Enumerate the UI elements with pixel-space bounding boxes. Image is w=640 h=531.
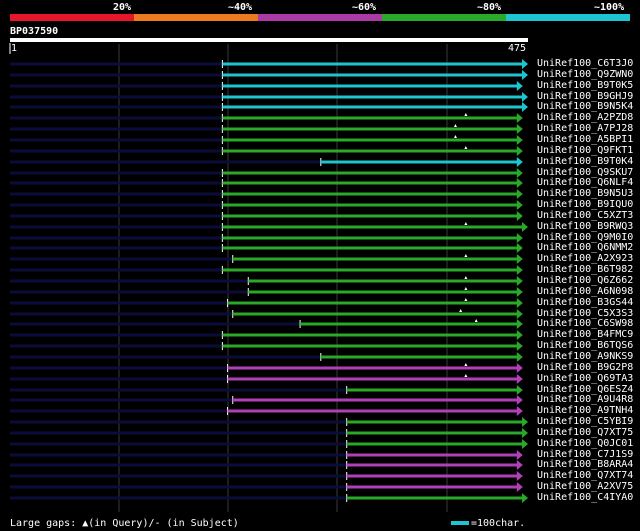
hit-label[interactable]: UniRef100_B9T0K4 bbox=[537, 156, 633, 167]
query-gap-marker bbox=[464, 222, 468, 225]
hit-label[interactable]: UniRef100_Q7XT74 bbox=[537, 470, 633, 481]
hit-label[interactable]: UniRef100_Q6NMM2 bbox=[537, 242, 633, 253]
hit-label[interactable]: UniRef100_Q6NLF4 bbox=[537, 177, 633, 188]
hit-arrow bbox=[516, 113, 523, 123]
hit-label[interactable]: UniRef100_B3GS44 bbox=[537, 297, 633, 308]
hit-arrow bbox=[522, 59, 528, 69]
hit-label[interactable]: UniRef100_B9IQU0 bbox=[537, 199, 633, 210]
hit-arrow bbox=[516, 363, 523, 373]
hit-label[interactable]: UniRef100_B6TQS6 bbox=[537, 340, 633, 351]
hit-label[interactable]: UniRef100_A9U4R8 bbox=[537, 394, 633, 405]
hit-arrow bbox=[522, 102, 528, 112]
hit-arrow bbox=[516, 450, 523, 460]
hit-label[interactable]: UniRef100_C5YBI9 bbox=[537, 416, 633, 427]
hit-arrow bbox=[522, 222, 528, 232]
gaps-legend: Large gaps: ▲(in Query)/- (in Subject) bbox=[10, 518, 239, 529]
query-gap-marker bbox=[464, 254, 468, 257]
hit-label[interactable]: UniRef100_C6SW98 bbox=[537, 318, 633, 329]
hit-arrow bbox=[516, 276, 523, 286]
query-gap-marker bbox=[464, 374, 468, 377]
hit-arrow bbox=[516, 374, 523, 384]
hit-arrow bbox=[516, 243, 523, 253]
hit-label[interactable]: UniRef100_B6T982 bbox=[537, 264, 633, 275]
hit-label[interactable]: UniRef100_Q6Z662 bbox=[537, 275, 633, 286]
hit-arrow bbox=[516, 482, 523, 492]
hit-arrow bbox=[516, 254, 523, 264]
hit-arrow bbox=[516, 341, 523, 351]
query-gap-marker bbox=[464, 298, 468, 301]
hit-label[interactable]: UniRef100_B9G2P8 bbox=[537, 362, 633, 373]
hit-arrow bbox=[516, 287, 523, 297]
hit-label[interactable]: UniRef100_B9N5K4 bbox=[537, 101, 633, 112]
query-gap-marker bbox=[464, 113, 468, 116]
hit-arrow bbox=[516, 265, 523, 275]
hit-label[interactable]: UniRef100_C6T3J0 bbox=[537, 58, 633, 69]
hit-arrow bbox=[516, 124, 523, 134]
hit-arrow bbox=[516, 211, 523, 221]
hit-arrow bbox=[516, 146, 523, 156]
hit-arrow bbox=[516, 471, 523, 481]
hit-arrow bbox=[516, 298, 523, 308]
hit-arrow bbox=[516, 178, 523, 188]
hit-label[interactable]: UniRef100_Q0JC01 bbox=[537, 438, 633, 449]
hit-arrow bbox=[516, 330, 523, 340]
hit-arrow bbox=[516, 200, 523, 210]
hit-label[interactable]: UniRef100_B4FMC9 bbox=[537, 329, 633, 340]
hit-label[interactable]: UniRef100_Q7XT75 bbox=[537, 427, 633, 438]
hit-label[interactable]: UniRef100_A9NKS9 bbox=[537, 351, 633, 362]
scale-legend: =100char. bbox=[471, 518, 526, 529]
hit-label[interactable]: UniRef100_B8ARA4 bbox=[537, 459, 633, 470]
hit-label[interactable]: UniRef100_B9N5U3 bbox=[537, 188, 633, 199]
hit-arrow bbox=[522, 439, 528, 449]
hit-arrow bbox=[516, 395, 523, 405]
hit-arrow bbox=[516, 168, 523, 178]
query-gap-marker bbox=[464, 276, 468, 279]
query-gap-marker bbox=[453, 124, 457, 127]
hit-arrow bbox=[522, 493, 528, 503]
query-gap-marker bbox=[453, 135, 457, 138]
hit-label[interactable]: UniRef100_Q9ZWN0 bbox=[537, 69, 633, 80]
hit-label[interactable]: UniRef100_C5XZT3 bbox=[537, 210, 633, 221]
hit-arrow bbox=[516, 189, 523, 199]
hit-label[interactable]: UniRef100_A9TNH4 bbox=[537, 405, 633, 416]
hit-arrow bbox=[516, 406, 523, 416]
scale-bar bbox=[451, 521, 469, 525]
hit-label[interactable]: UniRef100_A7PJ28 bbox=[537, 123, 633, 134]
hit-arrow bbox=[516, 309, 523, 319]
hit-label[interactable]: UniRef100_Q69TA3 bbox=[537, 373, 633, 384]
hit-arrow bbox=[516, 135, 523, 145]
hit-label[interactable]: UniRef100_Q9FKT1 bbox=[537, 145, 633, 156]
query-gap-marker bbox=[474, 319, 478, 322]
hit-arrow bbox=[516, 385, 523, 395]
hit-arrow bbox=[516, 233, 523, 243]
query-gap-marker bbox=[464, 287, 468, 290]
blast-overview: 20% ~40% ~60% ~80% ~100% BP037590 1 475 … bbox=[0, 0, 640, 531]
query-gap-marker bbox=[459, 309, 463, 312]
hit-label[interactable]: UniRef100_A2X923 bbox=[537, 253, 633, 264]
hit-arrow bbox=[522, 417, 528, 427]
hit-label[interactable]: UniRef100_C4IYA0 bbox=[537, 492, 633, 503]
query-gap-marker bbox=[464, 363, 468, 366]
hit-label[interactable]: UniRef100_B9T0K5 bbox=[537, 80, 633, 91]
hit-arrow bbox=[522, 92, 528, 102]
hit-arrow bbox=[516, 81, 523, 91]
hit-label[interactable]: UniRef100_A6N098 bbox=[537, 286, 633, 297]
hit-label[interactable]: UniRef100_A2XV75 bbox=[537, 481, 633, 492]
hit-label[interactable]: UniRef100_A5BPI1 bbox=[537, 134, 633, 145]
hit-arrow bbox=[516, 319, 523, 329]
hit-arrow bbox=[516, 460, 523, 470]
hit-arrow bbox=[522, 428, 528, 438]
query-gap-marker bbox=[464, 146, 468, 149]
hit-arrow bbox=[516, 352, 523, 362]
hit-label[interactable]: UniRef100_A2PZD8 bbox=[537, 112, 633, 123]
hit-arrow bbox=[516, 157, 523, 167]
hit-label[interactable]: UniRef100_B9RWQ3 bbox=[537, 221, 633, 232]
hit-arrow bbox=[522, 70, 528, 80]
